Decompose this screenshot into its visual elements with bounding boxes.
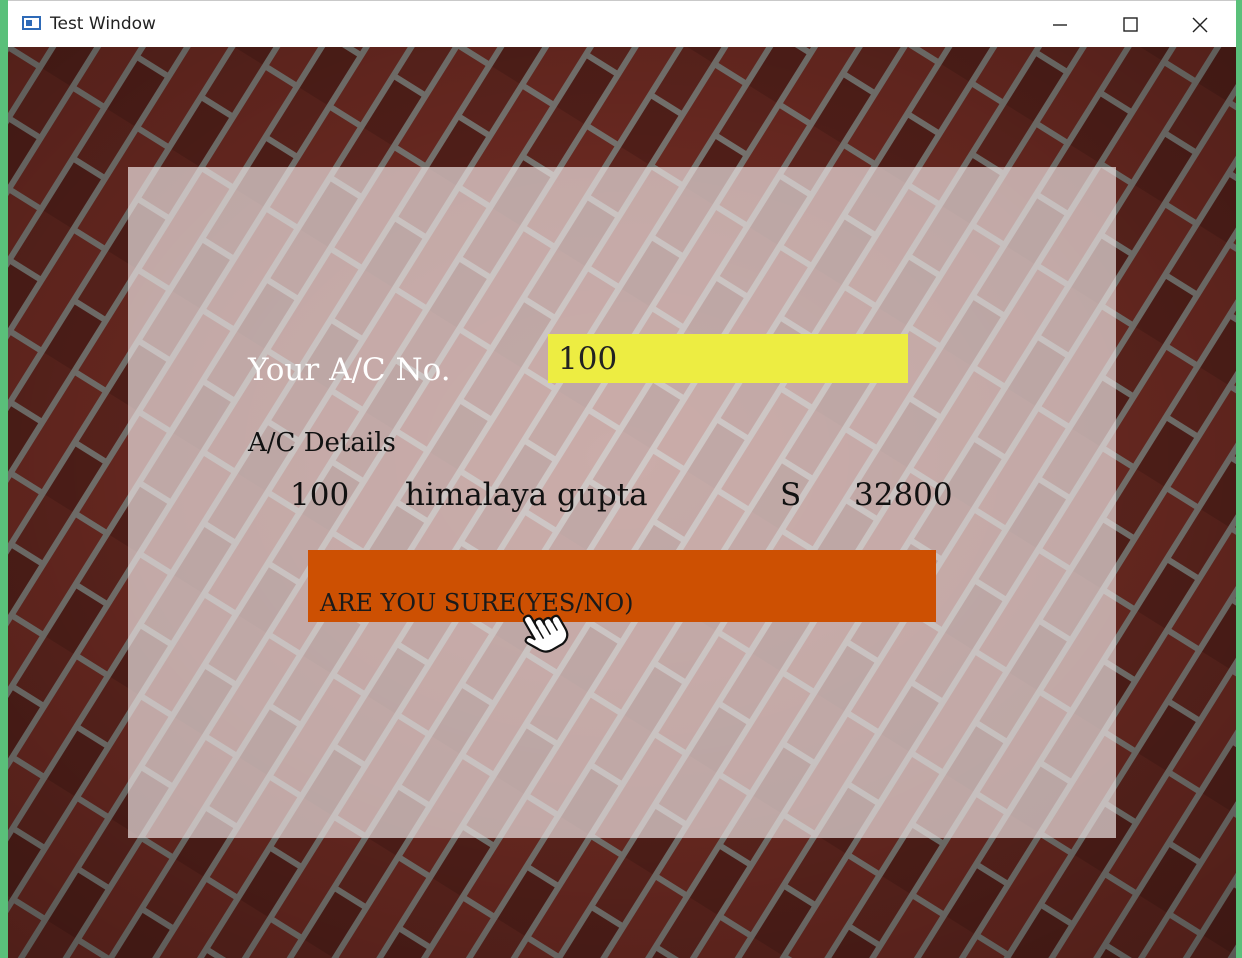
- window-border-left: [0, 0, 8, 958]
- minimize-button[interactable]: [1025, 1, 1095, 48]
- title-bar[interactable]: Test Window: [8, 0, 1236, 47]
- detail-account-type: S: [780, 477, 802, 513]
- hand-pointer-icon: [522, 614, 569, 653]
- account-panel: Your A/C No. A/C Details 100 himalaya gu…: [128, 167, 1116, 838]
- account-details-label: A/C Details: [248, 428, 396, 458]
- app-window-icon: [22, 16, 41, 30]
- minimize-icon: [1053, 24, 1067, 26]
- account-number-input[interactable]: [548, 334, 908, 383]
- close-button[interactable]: [1165, 1, 1235, 48]
- maximize-button[interactable]: [1095, 1, 1165, 48]
- confirm-prompt-bar[interactable]: ARE YOU SURE(YES/NO): [308, 550, 936, 622]
- account-number-label: Your A/C No.: [248, 352, 451, 388]
- detail-account-balance: 32800: [854, 477, 953, 513]
- client-area: Your A/C No. A/C Details 100 himalaya gu…: [8, 47, 1236, 958]
- close-icon: [1192, 17, 1208, 33]
- confirm-prompt-text: ARE YOU SURE(YES/NO): [320, 589, 634, 617]
- detail-account-number: 100: [290, 477, 350, 513]
- window-title: Test Window: [50, 14, 156, 34]
- maximize-icon: [1123, 17, 1138, 32]
- window-border-right: [1236, 0, 1242, 958]
- detail-account-name: himalaya gupta: [405, 477, 648, 513]
- app-window: Test Window Your A/C No. 100 A/C Details…: [0, 0, 1242, 958]
